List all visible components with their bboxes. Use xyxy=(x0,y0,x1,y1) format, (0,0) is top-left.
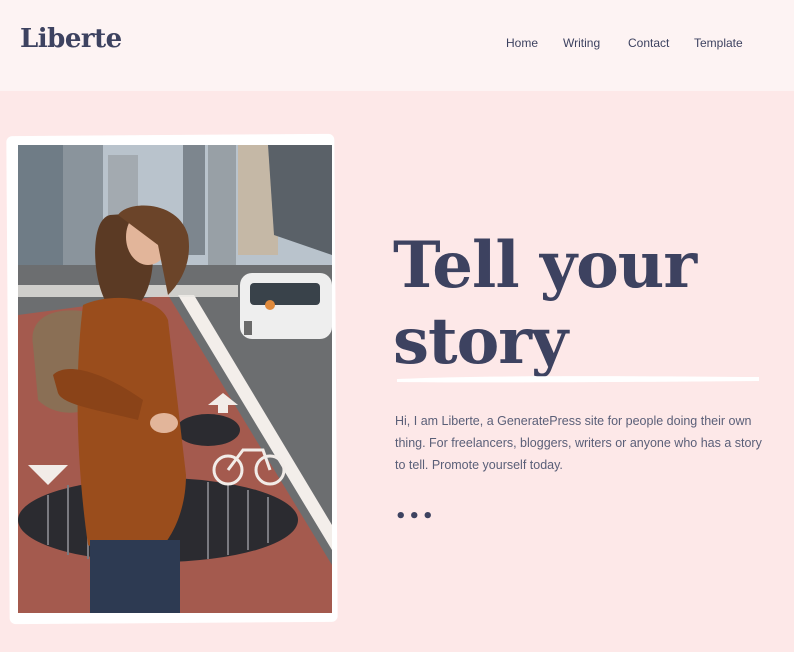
nav-home[interactable]: Home xyxy=(506,36,538,50)
more-dots: ••• xyxy=(395,506,436,527)
nav-writing[interactable]: Writing xyxy=(563,36,600,50)
hero-intro-text: Hi, I am Liberte, a GeneratePress site f… xyxy=(395,414,762,472)
headline-line-1: Tell your xyxy=(393,228,697,303)
site-header: Liberte Home Writing Contact Template xyxy=(0,0,794,91)
headline-line-2: story xyxy=(393,304,568,379)
brush-underline-icon xyxy=(397,376,759,383)
woman-on-bike-lane-photo-icon xyxy=(18,145,332,613)
hero-image xyxy=(6,133,338,625)
nav-contact[interactable]: Contact xyxy=(628,36,669,50)
hero-photo xyxy=(18,145,332,613)
nav-template[interactable]: Template xyxy=(694,36,743,50)
hero-headline: Tell your story xyxy=(393,228,783,380)
main-nav: Home Writing Contact Template xyxy=(0,36,794,56)
